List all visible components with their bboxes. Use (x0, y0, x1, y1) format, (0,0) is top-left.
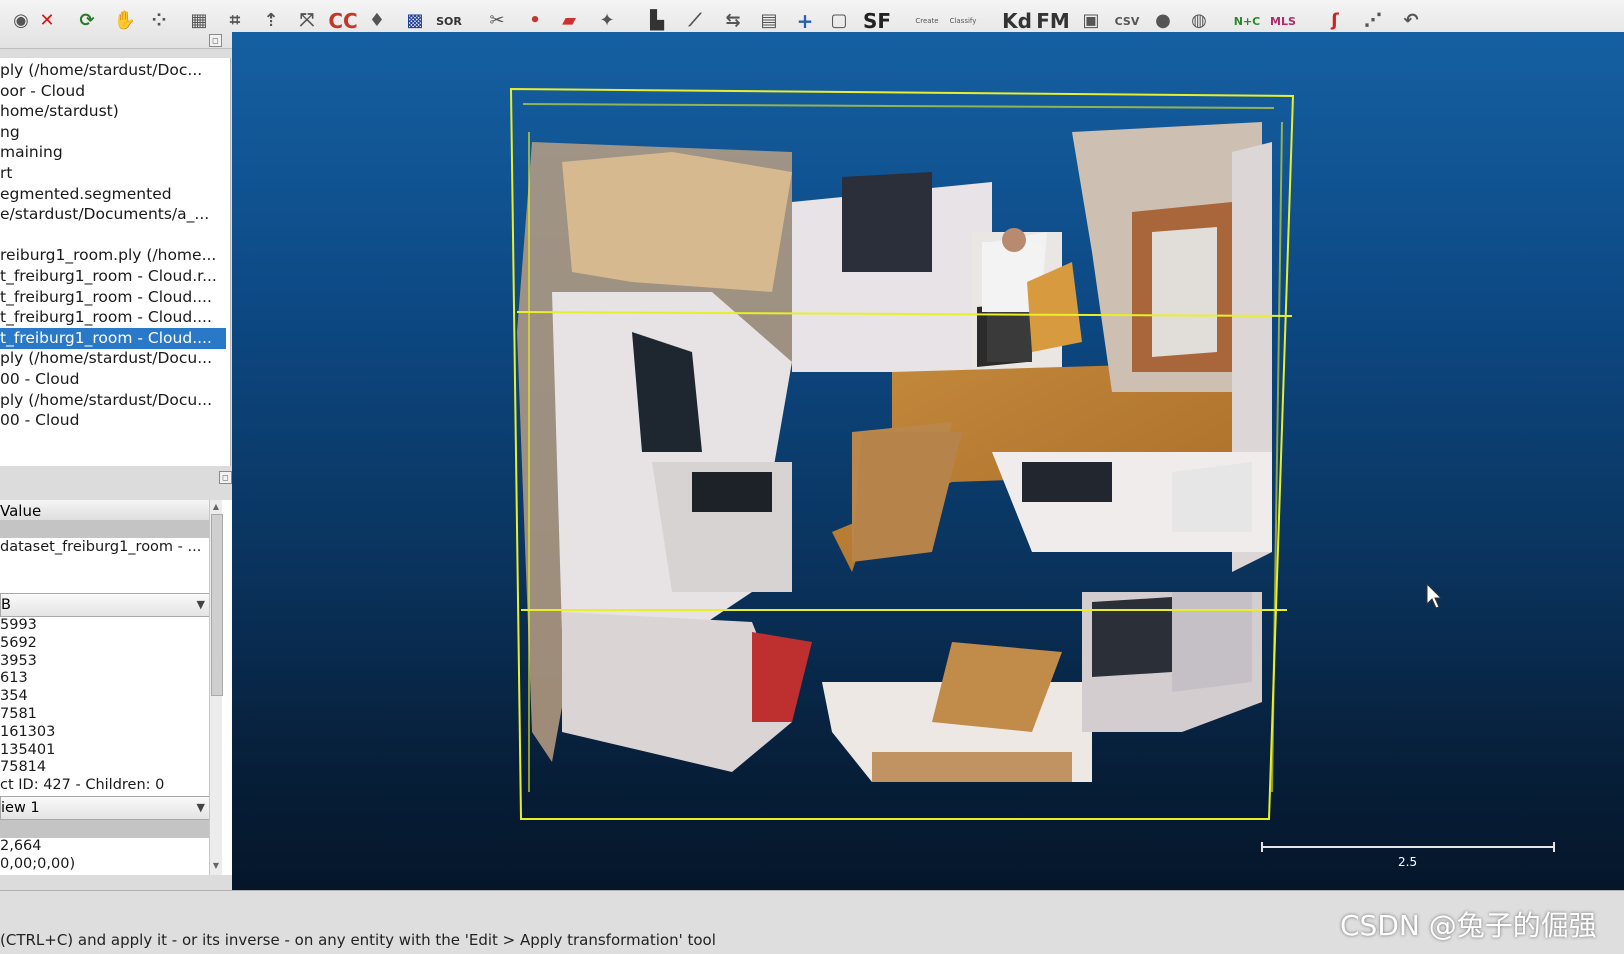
sample-points-icon[interactable]: ⁘ (142, 3, 176, 39)
crop-icon-glyph: ⌗ (229, 10, 241, 31)
min-max-icon-glyph: ⇆ (725, 10, 741, 31)
line-chart-icon-glyph: ⟋ (688, 10, 702, 31)
db-tree-item[interactable]: ng (0, 122, 226, 143)
db-tree-item[interactable]: t_freiburg1_room - Cloud.... (0, 327, 226, 349)
property-number-row: 3953 (0, 652, 37, 669)
watermark: CSDN @兔子的倔强 (1340, 909, 1597, 942)
properties-section-band (0, 520, 210, 538)
db-tree-item[interactable]: reiburg1_room.ply (/home... (0, 245, 226, 266)
delete-x-icon[interactable]: ✕ (30, 3, 64, 39)
plus-label: + (796, 9, 814, 33)
grid-icon-glyph: ▦ (190, 10, 208, 31)
properties-panel: ◻ Value dataset_freiburg1_room - ... B ▼… (0, 471, 233, 875)
mls-label: MLS (1270, 14, 1296, 28)
sor-filter-label: SOR (436, 14, 462, 28)
globe-icon-glyph: ◍ (1191, 10, 1207, 31)
3d-view-canvas[interactable]: 2.5 (232, 32, 1624, 890)
property-number-row: 613 (0, 670, 28, 687)
clipboard-icon-glyph: ▢ (830, 10, 848, 31)
hand-icon[interactable]: ✋ (108, 3, 142, 39)
db-tree-item[interactable]: ply (/home/stardust/Docu... (0, 390, 226, 411)
stat-icon-glyph: ⋰ (1364, 10, 1382, 31)
scroll-up-icon[interactable]: ▲ (211, 502, 221, 512)
property-number-row: 7581 (0, 706, 37, 722)
dock-float-icon[interactable]: ◻ (219, 471, 232, 484)
prop-bottom-value-2: 0,00;0,00) (0, 856, 76, 872)
object-info-row: ct ID: 427 - Children: 0 (0, 777, 165, 793)
db-tree-panel: ◻ ply (/home/stardust/Doc... oor - Cloud h… (0, 34, 231, 466)
point-cloud-room (517, 122, 1272, 782)
dock-float-icon[interactable]: ◻ (209, 34, 222, 47)
properties-scrollbar[interactable]: ▲ ▼ (209, 500, 223, 875)
db-tree-item[interactable]: t_freiburg1_room - Cloud.... (0, 307, 226, 328)
properties-spacer (0, 558, 210, 588)
db-tree-item[interactable]: ply (/home/stardust/Docu... (0, 348, 226, 369)
list-icon-glyph: ▤ (760, 10, 778, 31)
kd-tree-label: Kd (1002, 9, 1032, 33)
db-tree-item[interactable]: t_freiburg1_room - Cloud.r... (0, 266, 226, 287)
sphere-icon-glyph: ● (1155, 10, 1171, 31)
db-tree-item[interactable]: ply (/home/stardust/Doc... (0, 60, 226, 81)
sample-points-icon-glyph: ⁘ (151, 10, 167, 31)
db-tree-item[interactable]: oor - Cloud (0, 81, 226, 102)
plane-icon-glyph: ▰ (562, 10, 576, 31)
value-header-label: Value (0, 502, 42, 520)
hand-icon-glyph: ✋ (113, 10, 137, 31)
properties-section-band (0, 820, 210, 838)
translate-icon-glyph: • (529, 10, 541, 31)
property-number-row: 161303 (0, 723, 56, 740)
checkerboard-icon-glyph: ▩ (406, 10, 424, 31)
scroll-down-icon[interactable]: ▼ (211, 861, 221, 871)
view-selector-label: iew 1 (1, 800, 40, 816)
db-tree-item[interactable]: egmented.segmented (0, 184, 226, 205)
property-number-row: 5692 (0, 634, 37, 651)
normals-curvature-label: N+C (1233, 14, 1261, 28)
canupo-classify-label: Classify (949, 17, 977, 25)
export-icon-glyph: ▣ (1082, 10, 1100, 31)
db-tree-item[interactable]: t_freiburg1_room - Cloud.... (0, 287, 226, 308)
color-source-combo[interactable]: B ▼ (0, 593, 212, 617)
scrollbar-thumb[interactable] (211, 514, 223, 696)
db-tree-item[interactable]: rt (0, 163, 226, 184)
curve-icon-glyph: ʃ (1331, 10, 1339, 31)
db-tree-item[interactable]: e/stardust/Documents/a_... (0, 204, 226, 225)
star-icon-glyph: ✦ (599, 10, 615, 31)
delete-x-icon-glyph: ✕ (39, 10, 55, 31)
mouse-cursor-icon (1426, 582, 1443, 609)
normals-icon-glyph: ⇡ (263, 10, 279, 31)
entity-name-value[interactable]: dataset_freiburg1_room - ... (0, 538, 210, 556)
eye-icon-glyph: ◉ (13, 10, 29, 31)
histogram-icon-glyph: ▙ (650, 10, 664, 31)
view-selector-combo[interactable]: iew 1 ▼ (0, 796, 212, 820)
status-message: (CTRL+C) and apply it - or its inverse -… (0, 931, 716, 949)
db-tree-item[interactable]: maining (0, 142, 226, 163)
property-number-row: 5993 (0, 617, 37, 633)
cloud-compare-label: CC (328, 9, 358, 33)
db-tree-item (0, 225, 226, 246)
pointer-icon-glyph: ♦ (368, 10, 386, 31)
property-number-row: 135401 (0, 741, 56, 758)
property-number-row: 354 (0, 688, 28, 705)
chevron-down-icon: ▼ (196, 801, 205, 814)
color-source-combo-label: B (1, 597, 11, 613)
scale-bar-label: 2.5 (1398, 855, 1418, 869)
back-icon-glyph: ↶ (1403, 10, 1419, 31)
scalar-field-label: SF (862, 9, 892, 33)
db-tree-item[interactable]: 00 - Cloud (0, 410, 226, 431)
db-tree-item[interactable]: 00 - Cloud (0, 369, 226, 390)
scale-bar (1261, 842, 1555, 852)
rotate-icon[interactable]: ⟳ (70, 3, 104, 39)
canupo-create-label: Create (915, 17, 939, 25)
prop-bottom-value-1: 2,664 (0, 838, 42, 854)
fast-marching-label: FM (1036, 9, 1070, 33)
db-tree-item[interactable]: home/stardust) (0, 101, 226, 122)
scissors-icon-glyph: ✂ (489, 10, 505, 31)
property-number-row: 75814 (0, 759, 47, 776)
chevron-down-icon: ▼ (196, 598, 205, 611)
point-cloud-render (509, 87, 1555, 852)
rotate-icon-glyph: ⟳ (79, 10, 95, 31)
registration-icon-glyph: ⤧ (299, 10, 315, 31)
csv-label: CSV (1114, 14, 1140, 28)
